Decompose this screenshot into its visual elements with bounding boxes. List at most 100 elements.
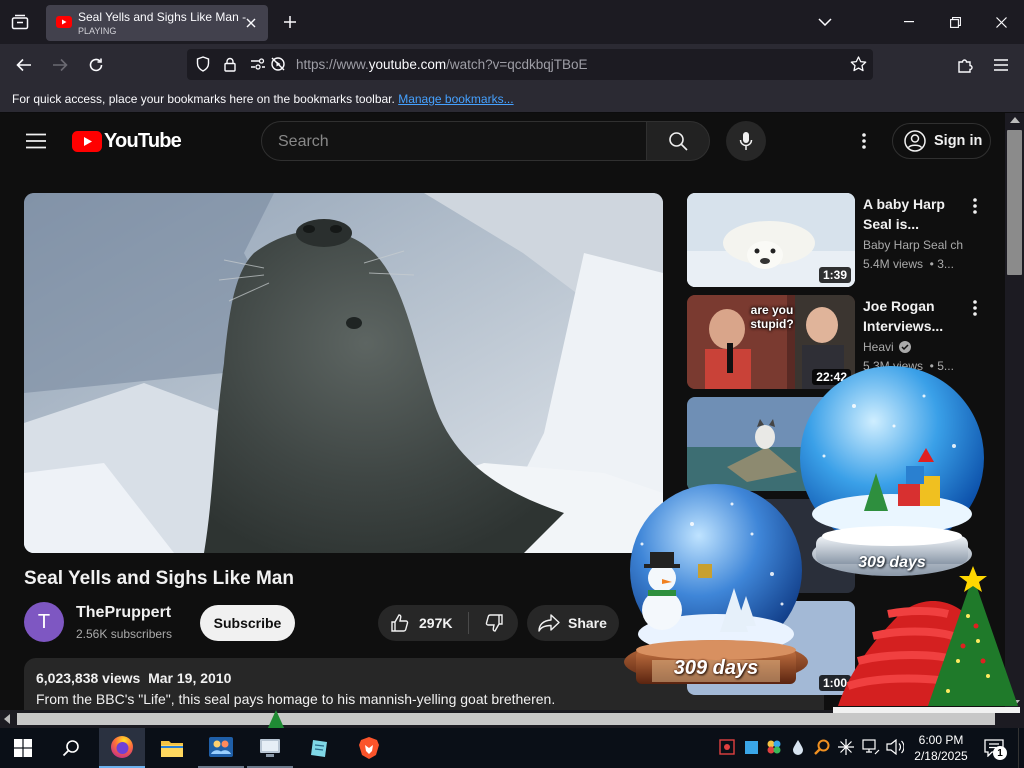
tray-sparkle-icon[interactable] (837, 738, 855, 756)
taskbar-app-people[interactable] (198, 728, 244, 768)
recommendation-channel[interactable]: Heavi (863, 340, 894, 354)
network-icon[interactable] (861, 738, 881, 756)
tray-app-icon[interactable] (718, 738, 736, 756)
action-center-button[interactable]: 1 (980, 736, 1008, 760)
url-path: /watch?v=qcdkbqjTBoE (446, 57, 588, 72)
voice-search-button[interactable] (726, 121, 766, 161)
reload-icon[interactable] (82, 51, 110, 79)
address-bar[interactable]: https://www.youtube.com/watch?v=qcdkbqjT… (187, 49, 873, 80)
list-all-tabs-icon[interactable] (8, 11, 32, 33)
taskbar-brave[interactable] (346, 728, 392, 768)
recommendation-thumbnail[interactable]: 1:39 (687, 193, 855, 287)
tray-colorful-icon[interactable] (765, 738, 783, 756)
youtube-favicon-icon (56, 16, 72, 28)
tab-list-chevron-down-icon[interactable] (814, 12, 836, 32)
tab-title: Seal Yells and Sighs Like Man - (78, 10, 247, 24)
notification-count-badge: 1 (993, 746, 1007, 760)
sign-in-label: Sign in (934, 133, 983, 149)
lock-icon[interactable] (220, 54, 240, 74)
channel-name[interactable]: ThePruppert (76, 604, 171, 622)
permissions-icon[interactable] (248, 54, 268, 74)
more-actions-icon[interactable] (966, 297, 984, 319)
view-count: 6,023,838 views (36, 670, 141, 686)
video-title: Seal Yells and Sighs Like Man (24, 568, 294, 589)
taskbar-search-button[interactable] (48, 728, 94, 768)
youtube-logo[interactable]: YouTube (72, 129, 182, 153)
like-count: 297K (419, 615, 453, 631)
video-player[interactable] (24, 193, 663, 553)
folder-icon (161, 741, 183, 757)
new-tab-icon[interactable] (280, 12, 300, 32)
bookmarks-toolbar: For quick access, place your bookmarks h… (0, 85, 1024, 113)
manage-bookmarks-link[interactable]: Manage bookmarks... (398, 92, 513, 106)
tray-droplet-icon[interactable] (789, 738, 807, 756)
christmas-tree-spiral-icon (833, 566, 1020, 713)
sign-in-button[interactable]: Sign in (892, 123, 991, 159)
clock-date: 2/18/2025 (914, 749, 968, 763)
youtube-play-logo-icon (72, 130, 102, 152)
search-icon (669, 132, 688, 151)
recommendation-title[interactable]: Joe Rogan Interviews... (863, 296, 971, 336)
tray-search-orange-icon[interactable] (813, 738, 831, 756)
close-window-icon[interactable] (978, 8, 1024, 36)
bookmark-star-icon[interactable] (847, 54, 869, 74)
share-button[interactable]: Share (527, 605, 619, 641)
url-domain: youtube.com (368, 57, 447, 72)
page-scrollbar-thumb[interactable] (1007, 130, 1022, 275)
start-button[interactable] (0, 728, 46, 768)
tracking-protection-shield-icon[interactable] (193, 54, 213, 74)
recommendation-channel[interactable]: Baby Harp Seal ch (863, 238, 971, 252)
snow-globe-gifts-widget[interactable]: 309 days (794, 366, 990, 586)
autoplay-blocked-icon[interactable] (268, 54, 288, 74)
subscriber-count: 2.56K subscribers (76, 627, 173, 641)
youtube-wordmark: YouTube (104, 129, 182, 152)
bookmarks-hint-text: For quick access, place your bookmarks h… (12, 92, 395, 106)
close-tab-icon[interactable] (242, 14, 260, 32)
tray-blue-square-icon[interactable] (742, 738, 760, 756)
search-icon (62, 740, 79, 757)
like-button[interactable]: 297K (378, 605, 468, 641)
url-text: https://www.youtube.com/watch?v=qcdkbqjT… (296, 57, 588, 72)
back-arrow-icon[interactable] (10, 51, 38, 79)
tab-active[interactable]: Seal Yells and Sighs Like Man - PLAYING (46, 5, 268, 41)
subscribe-button[interactable]: Subscribe (200, 605, 295, 641)
taskbar-app-desktop[interactable] (247, 728, 293, 768)
notes-app-icon (311, 740, 327, 757)
recommendation-channel-row: Heavi (863, 340, 911, 354)
scroll-up-arrow-icon[interactable] (1010, 117, 1020, 123)
account-icon (904, 130, 926, 152)
thumbs-up-icon (391, 614, 409, 632)
volume-speaker-icon[interactable] (885, 738, 905, 756)
more-actions-icon[interactable] (966, 195, 984, 217)
search-input[interactable]: Search (261, 121, 647, 161)
channel-avatar[interactable]: T (24, 602, 64, 642)
taskbar-clock[interactable]: 6:00 PM 2/18/2025 (908, 732, 974, 766)
settings-more-icon[interactable] (854, 129, 874, 153)
share-arrow-icon (538, 614, 560, 632)
recommendation-title[interactable]: A baby Harp Seal is... (863, 194, 971, 234)
windows-taskbar: 6:00 PM 2/18/2025 1 (0, 728, 1024, 768)
thumbs-down-icon (485, 614, 503, 632)
search-button[interactable] (646, 121, 710, 161)
clock-time: 6:00 PM (918, 733, 964, 747)
snow-globe-snowman-widget[interactable]: 309 days (612, 484, 820, 706)
microphone-icon (739, 132, 753, 150)
taskbar-firefox[interactable] (99, 728, 145, 768)
dislike-button[interactable] (469, 605, 518, 641)
thumbnail-overlay-text: are you stupid? (750, 303, 794, 331)
minimize-window-icon[interactable] (886, 8, 932, 36)
app-menu-hamburger-icon[interactable] (988, 53, 1014, 77)
scroll-left-arrow-icon[interactable] (4, 714, 10, 724)
taskbar-file-explorer[interactable] (149, 728, 195, 768)
tab-playing-status: PLAYING (78, 26, 117, 36)
bookmarks-message: For quick access, place your bookmarks h… (12, 92, 514, 106)
show-desktop-button[interactable] (1018, 728, 1024, 768)
restore-window-icon[interactable] (932, 8, 978, 36)
upload-date: Mar 19, 2010 (148, 670, 232, 686)
christmas-tree-widget[interactable] (828, 566, 1020, 726)
verified-check-icon (898, 341, 911, 353)
guide-menu-icon[interactable] (22, 130, 50, 152)
extensions-puzzle-icon[interactable] (952, 53, 978, 77)
taskbar-app-notes[interactable] (297, 728, 343, 768)
forward-arrow-icon[interactable] (46, 51, 74, 79)
